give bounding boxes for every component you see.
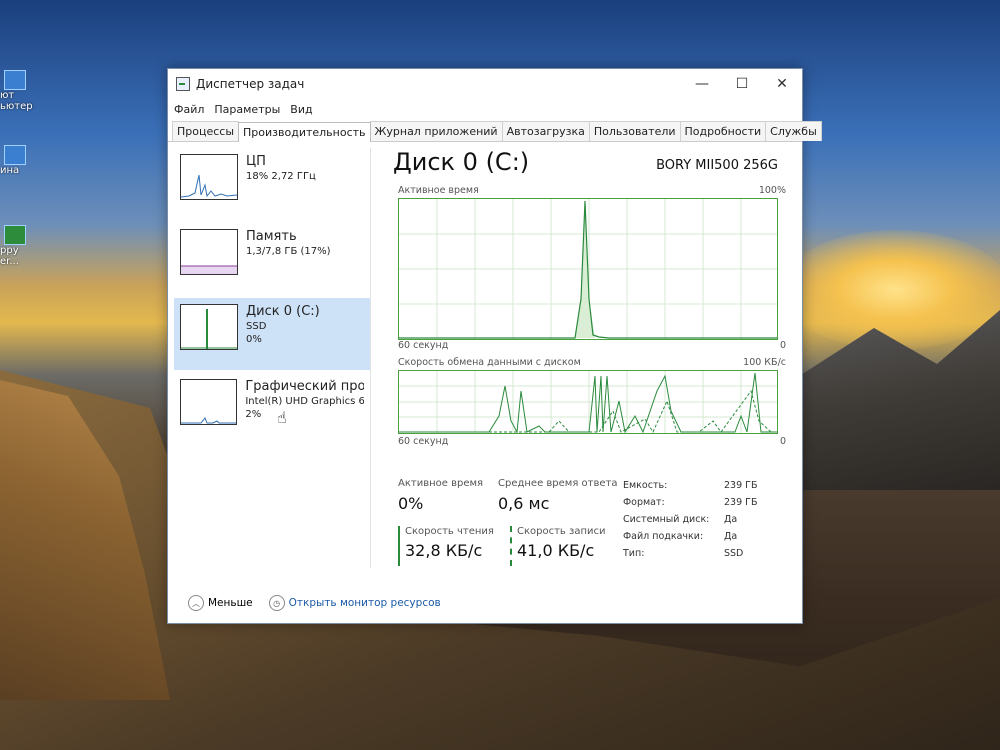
sidebar-item-value: 1,3/7,8 ГБ (17%) <box>246 246 331 257</box>
maximize-button[interactable]: ☐ <box>722 69 762 99</box>
footer-bar: ︿ Меньше ◷ Открыть монитор ресурсов <box>188 595 441 611</box>
avg-response-label: Среднее время ответа <box>498 478 618 489</box>
content-area: ЦП 18% 2,72 ГГц Память 1,3/7,8 ГБ (17%) <box>168 142 802 623</box>
capacity-label: Емкость: <box>623 480 668 491</box>
desktop-icon-label: ppy <box>0 245 19 256</box>
sidebar-item-label: ЦП <box>246 154 266 169</box>
desktop-icon-computer[interactable]: ют ьютер <box>0 70 33 112</box>
tab-strip: Процессы Производительность Журнал прило… <box>168 119 822 142</box>
graph1-max: 100% <box>758 185 786 196</box>
window-title: Диспетчер задач <box>196 77 305 91</box>
tab-users[interactable]: Пользователи <box>588 121 681 141</box>
mouse-cursor-icon: ☝ <box>277 408 287 427</box>
sidebar-item-type: SSD <box>246 321 267 332</box>
sidebar-item-disk[interactable]: Диск 0 (C:) SSD 0% <box>174 298 370 370</box>
graph2-label: Скорость обмена данными с диском <box>398 357 581 368</box>
read-speed-value: 32,8 КБ/с <box>405 541 483 560</box>
graph1-time: 60 секунд <box>398 340 449 351</box>
pagefile-value: Да <box>724 531 738 542</box>
fewer-details-link[interactable]: Меньше <box>208 597 253 609</box>
sidebar-item-value: 2% <box>245 409 262 420</box>
tab-processes[interactable]: Процессы <box>172 121 240 141</box>
tab-app-history[interactable]: Журнал приложений <box>369 121 503 141</box>
task-manager-icon <box>176 77 190 91</box>
avg-response-value: 0,6 мс <box>498 494 550 513</box>
graph2-min: 0 <box>779 436 786 447</box>
menu-bar: Файл Параметры Вид <box>168 99 802 119</box>
sidebar-item-value: 18% 2,72 ГГц <box>246 171 316 182</box>
sidebar-item-gpu[interactable]: Графический про Intel(R) UHD Graphics 6 … <box>174 373 370 445</box>
graph2-max: 100 КБ/с <box>743 357 786 368</box>
graph2-time: 60 секунд <box>398 436 449 447</box>
system-disk-value: Да <box>724 514 738 525</box>
disk-model: BORY MII500 256G <box>656 158 778 173</box>
sidebar-item-model: Intel(R) UHD Graphics 6 <box>245 396 364 407</box>
menu-options[interactable]: Параметры <box>214 103 280 116</box>
task-manager-window: Диспетчер задач — ☐ ✕ Файл Параметры Вид… <box>167 68 822 624</box>
minimize-button[interactable]: — <box>682 69 722 99</box>
transfer-rate-graph <box>398 370 778 434</box>
page-title: Диск 0 (C:) <box>393 148 530 176</box>
format-value: 239 ГБ <box>724 497 758 508</box>
write-speed-value: 41,0 КБ/с <box>517 541 595 560</box>
sidebar-item-label: Диск 0 (C:) <box>246 304 320 319</box>
tab-details[interactable]: Подробности <box>679 121 767 141</box>
type-value: SSD <box>724 548 744 559</box>
disk-thumbnail-graph <box>180 304 238 350</box>
format-label: Формат: <box>623 497 665 508</box>
disk-stats: Активное время 0% Среднее время ответа 0… <box>398 478 788 578</box>
sidebar-item-label: Графический про <box>245 379 364 394</box>
system-disk-label: Системный диск: <box>623 514 710 525</box>
gpu-thumbnail-graph <box>180 379 238 425</box>
capacity-value: 239 ГБ <box>724 480 758 491</box>
title-bar[interactable]: Диспетчер задач — ☐ ✕ <box>168 69 802 99</box>
memory-thumbnail-graph <box>180 229 238 275</box>
active-time-value: 0% <box>398 494 424 513</box>
cpu-thumbnail-graph <box>180 154 238 200</box>
perf-sidebar: ЦП 18% 2,72 ГГц Память 1,3/7,8 ГБ (17%) <box>174 148 371 568</box>
app-icon <box>4 225 26 245</box>
type-label: Тип: <box>623 548 645 559</box>
open-resource-monitor-link[interactable]: Открыть монитор ресурсов <box>289 597 441 609</box>
close-button[interactable]: ✕ <box>762 69 802 99</box>
sidebar-item-label: Память <box>246 229 297 244</box>
computer-icon <box>4 70 26 90</box>
tab-services[interactable]: Службы <box>765 121 822 141</box>
recycle-bin-icon <box>4 145 26 165</box>
active-time-graph <box>398 198 778 340</box>
write-speed-block: Скорость записи 41,0 КБ/с <box>510 526 605 566</box>
pagefile-label: Файл подкачки: <box>623 531 704 542</box>
tab-performance[interactable]: Производительность <box>238 122 371 142</box>
desktop-icon-label: er... <box>0 256 19 267</box>
desktop-icon-label: ина <box>0 165 20 176</box>
read-speed-block: Скорость чтения 32,8 КБ/с <box>398 526 494 566</box>
tab-startup[interactable]: Автозагрузка <box>501 121 590 141</box>
read-speed-label: Скорость чтения <box>405 526 494 537</box>
desktop-icon-app[interactable]: ppy er... <box>0 225 26 267</box>
menu-file[interactable]: Файл <box>174 103 204 116</box>
sidebar-item-memory[interactable]: Память 1,3/7,8 ГБ (17%) <box>174 223 370 295</box>
active-time-label: Активное время <box>398 478 484 489</box>
desktop-icon-label: ьютер <box>0 101 33 112</box>
chevron-up-icon[interactable]: ︿ <box>188 595 204 611</box>
write-speed-label: Скорость записи <box>517 526 606 537</box>
graph1-min: 0 <box>779 340 786 351</box>
sunset-glow <box>780 230 1000 350</box>
sidebar-item-cpu[interactable]: ЦП 18% 2,72 ГГц <box>174 148 370 220</box>
desktop-icon-recycle[interactable]: ина <box>0 145 26 176</box>
resource-monitor-icon: ◷ <box>268 595 285 611</box>
disk-detail-panel: Диск 0 (C:) BORY MII500 256G Активное вр… <box>388 148 788 568</box>
menu-view[interactable]: Вид <box>290 103 312 116</box>
sidebar-item-value: 0% <box>246 334 262 345</box>
graph1-label: Активное время <box>398 185 479 196</box>
desktop-icon-label: ют <box>0 90 15 101</box>
